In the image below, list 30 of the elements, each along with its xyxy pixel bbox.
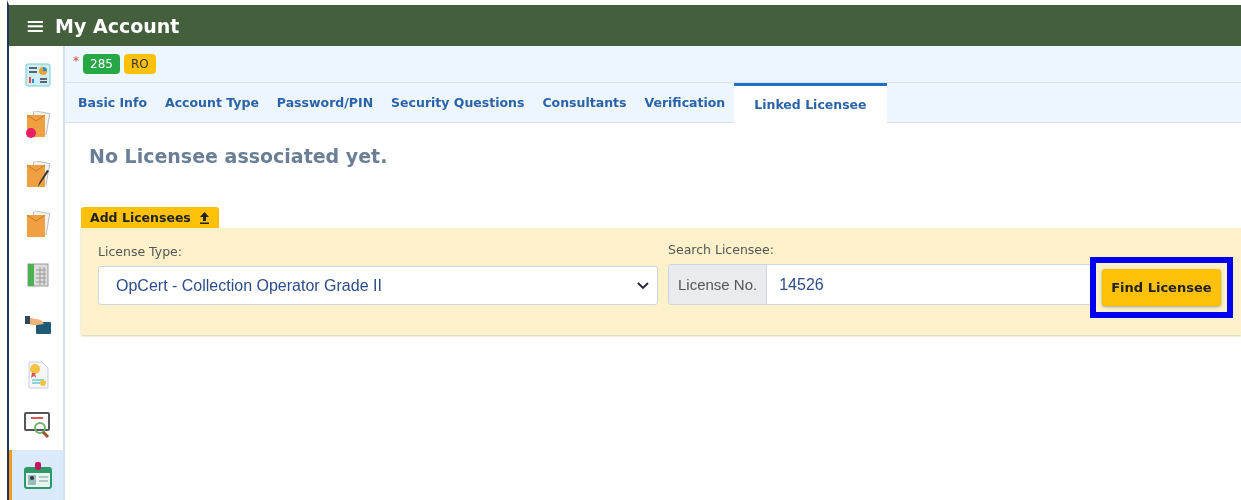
tab[interactable]: Password/PIN (267, 83, 383, 122)
hand-card-icon (23, 313, 52, 337)
status-badge: 285 (83, 54, 120, 74)
tab[interactable]: Verification (635, 83, 735, 122)
certificate-icon (26, 361, 49, 389)
envelope-icon (24, 111, 51, 139)
menu-button[interactable]: ≡ (9, 11, 56, 40)
tab[interactable]: Security Questions (382, 83, 534, 122)
envelope-pencil-icon (24, 161, 51, 189)
page-title: My Account (55, 14, 180, 37)
find-licensee-button[interactable]: Find Licensee (1102, 269, 1221, 306)
envelope-icon (24, 211, 51, 239)
field-label: Search Licensee: (668, 242, 775, 257)
upload-icon (198, 211, 210, 224)
tab[interactable]: Consultants (533, 83, 636, 122)
dashboard-icon (24, 63, 51, 87)
required-mark: * (73, 54, 79, 68)
sidebar-item[interactable] (9, 450, 63, 500)
empty-message: No Licensee associated yet. (89, 145, 389, 167)
id-badge-icon (23, 461, 52, 489)
monitor-search-icon (23, 412, 52, 438)
tab[interactable]: Basic Info (69, 83, 157, 122)
tab[interactable]: Linked Licensee (734, 83, 887, 123)
chevron-down-icon (637, 281, 649, 290)
tab[interactable]: Account Type (156, 83, 268, 122)
ledger-icon (25, 262, 50, 288)
status-badge: RO (123, 54, 156, 74)
license-type-dropdown[interactable]: OpCert - Collection Operator Grade II (98, 266, 658, 305)
panel-title: Add Licensees (90, 210, 191, 225)
field-label: License Type: (98, 244, 184, 259)
